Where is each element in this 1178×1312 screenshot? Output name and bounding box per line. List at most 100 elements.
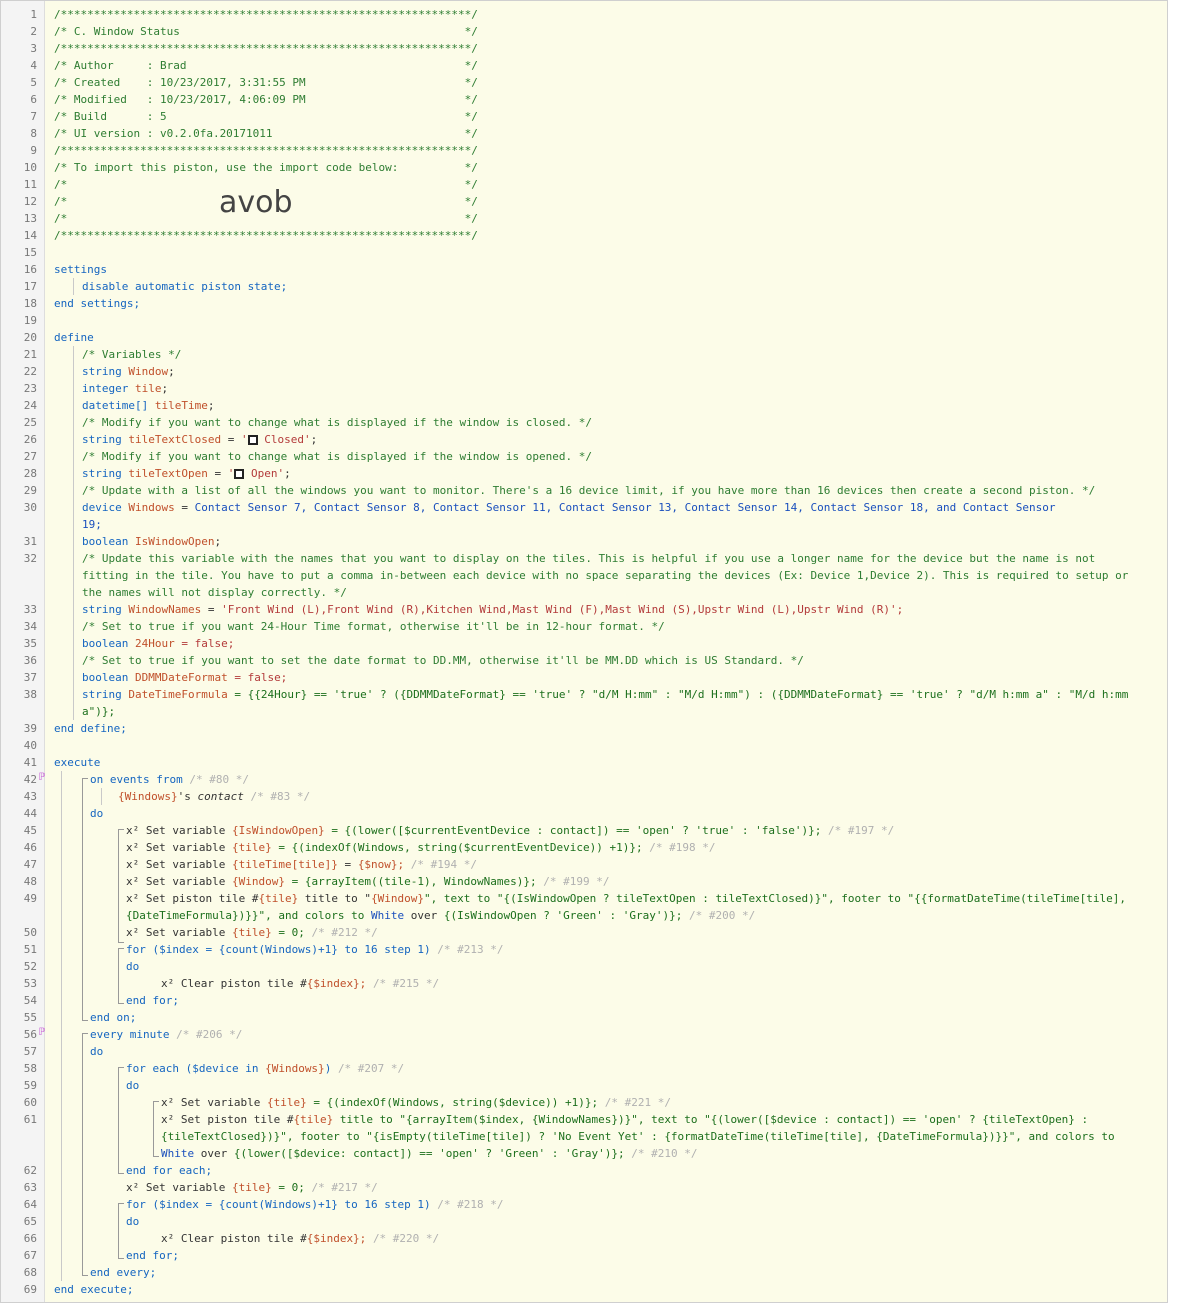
block-bracket	[82, 778, 88, 1021]
line-number: 33	[23, 603, 37, 616]
line-number: 60	[23, 1096, 37, 1109]
line-number: 56	[23, 1028, 37, 1041]
line-number: 2	[30, 25, 37, 38]
code-line-14: /***************************************…	[54, 229, 478, 242]
line-number: 30	[23, 501, 37, 514]
stmt-set-tiletime[interactable]: x² Set variable {tileTime[tile]} = {$now…	[126, 856, 477, 873]
decl-windows: device Windows = Contact Sensor 7, Conta…	[82, 501, 1056, 514]
line-number: 25	[23, 416, 37, 429]
line-number: 5	[30, 76, 37, 89]
line-number: 44	[23, 807, 37, 820]
stmt-reset-tile-2[interactable]: x² Set variable {tile} = 0; /* #217 */	[126, 1179, 378, 1196]
for-do-keyword: do	[126, 960, 140, 973]
indent-guide	[73, 346, 74, 720]
code-line-2: /* C. Window Status */	[54, 25, 478, 38]
line-number: 64	[23, 1198, 37, 1211]
line-number: 16	[23, 263, 37, 276]
line-number: 27	[23, 450, 37, 463]
line-number: 62	[23, 1164, 37, 1177]
for-do-keyword-2: do	[126, 1215, 140, 1228]
line-number: 50	[23, 926, 37, 939]
comment-closed: /* Modify if you want to change what is …	[82, 416, 592, 429]
line-number: 18	[23, 297, 37, 310]
line-number: 20	[23, 331, 37, 344]
line-number: 14	[23, 229, 37, 242]
line-number: 53	[23, 977, 37, 990]
line-number: 7	[30, 110, 37, 123]
line-number: 51	[23, 943, 37, 956]
line-number: 21	[23, 348, 37, 361]
comment-dateformat: /* Set to true if you want to set the da…	[82, 654, 804, 667]
line-number: 15	[23, 246, 37, 259]
stmt-set-tile[interactable]: x² Set variable {tile} = {(indexOf(Windo…	[126, 839, 715, 856]
line-number: 66	[23, 1232, 37, 1245]
line-number: 43	[23, 790, 37, 803]
code-line-10: /* To import this piston, use the import…	[54, 161, 478, 174]
code-editor[interactable]: 1 2 3 4 5 6 7 8 9 10 11 12 13 14 15 16 17 18 19 20 21 22 23 24 2…	[0, 0, 1168, 1303]
stmt-for-index[interactable]: for ($index = {count(Windows)+1} to 16 s…	[126, 941, 504, 958]
every-minute-statement: every minute /* #206 */	[90, 1028, 243, 1041]
comment-opened: /* Modify if you want to change what is …	[82, 450, 592, 463]
line-number: 46	[23, 841, 37, 854]
foreach-do-keyword: do	[126, 1079, 140, 1092]
line-number: 24	[23, 399, 37, 412]
stmt-for-each[interactable]: for each ($device in {Windows}) /* #207 …	[126, 1060, 404, 1077]
stmt-for-index-2[interactable]: for ($index = {count(Windows)+1} to 16 s…	[126, 1196, 504, 1213]
line-number: 38	[23, 688, 37, 701]
end-define: end define;	[54, 722, 127, 735]
code-line-6: /* Modified : 10/23/2017, 4:06:09 PM */	[54, 93, 478, 106]
decl-window: string Window;	[82, 365, 175, 378]
stmt-set-piston-tile-device[interactable]: x² Set piston tile #{tile} title to "{ar…	[161, 1111, 1088, 1128]
condition-marker-icon[interactable]: ℙ	[39, 1027, 45, 1038]
line-number: 47	[23, 858, 37, 871]
line-number: 26	[23, 433, 37, 446]
decl-datetimeformula-cont: a")};	[82, 705, 116, 718]
block-bracket	[153, 1101, 159, 1157]
end-settings: end settings;	[54, 297, 141, 310]
black-square-icon	[234, 469, 245, 479]
decl-tiletime: datetime[] tileTime;	[82, 399, 215, 412]
line-number: 63	[23, 1181, 37, 1194]
decl-tile: integer tile;	[82, 382, 169, 395]
line-number: 1	[30, 8, 37, 21]
stmt-set-piston-tile-device-cont: {tileTextClosed})}", footer to "{isEmpty…	[161, 1130, 1115, 1143]
line-number: 32	[23, 552, 37, 565]
comment-variables: /* Variables */	[82, 348, 182, 361]
indent-guide	[101, 788, 102, 805]
on-events-statement: on events from /* #80 */	[90, 773, 249, 786]
do-keyword: do	[90, 807, 104, 820]
stmt-set-window[interactable]: x² Set variable {Window} = {arrayItem((t…	[126, 873, 609, 890]
line-number: 58	[23, 1062, 37, 1075]
line-number: 55	[23, 1011, 37, 1024]
condition-marker-icon[interactable]: ℙ	[39, 772, 45, 783]
line-number: 37	[23, 671, 37, 684]
import-code: avob	[219, 185, 293, 220]
stmt-set-piston-tile[interactable]: x² Set piston tile #{tile} title to "{Wi…	[126, 890, 1126, 907]
line-gutter: 1 2 3 4 5 6 7 8 9 10 11 12 13 14 15 16 17 18 19 20 21 22 23 24 2…	[1, 1, 45, 1302]
line-number: 61	[23, 1113, 37, 1126]
line-number: 40	[23, 739, 37, 752]
stmt-set-tile-device[interactable]: x² Set variable {tile} = {(indexOf(Windo…	[161, 1094, 671, 1111]
end-for-each: end for each;	[126, 1164, 213, 1177]
end-for-2: end for;	[126, 1249, 179, 1262]
event-contact: {Windows}'s contact /* #83 */	[118, 790, 311, 803]
line-number: 6	[30, 93, 37, 106]
comment-names-a: /* Update this variable with the names t…	[82, 552, 1096, 565]
end-execute: end execute;	[54, 1283, 134, 1296]
stmt-reset-tile[interactable]: x² Set variable {tile} = 0; /* #212 */	[126, 924, 378, 941]
comment-device-limit: /* Update with a list of all the windows…	[82, 484, 1096, 497]
stmt-clear-tile[interactable]: x² Clear piston tile #{$index}; /* #215 …	[161, 975, 439, 992]
line-number: 8	[30, 127, 37, 140]
block-bracket	[118, 948, 124, 1004]
stmt-set-iswindowopen[interactable]: x² Set variable {IsWindowOpen} = {(lower…	[126, 822, 894, 839]
stmt-clear-tile-2[interactable]: x² Clear piston tile #{$index}; /* #220 …	[161, 1230, 439, 1247]
line-number: 54	[23, 994, 37, 1007]
define-keyword: define	[54, 331, 94, 344]
line-number: 13	[23, 212, 37, 225]
line-number: 3	[30, 42, 37, 55]
disable-state-statement: disable automatic piston state;	[82, 280, 288, 293]
line-number: 35	[23, 637, 37, 650]
code-line-8: /* UI version : v0.2.0fa.20171011 */	[54, 127, 478, 140]
line-number: 36	[23, 654, 37, 667]
line-number: 42	[23, 773, 37, 786]
